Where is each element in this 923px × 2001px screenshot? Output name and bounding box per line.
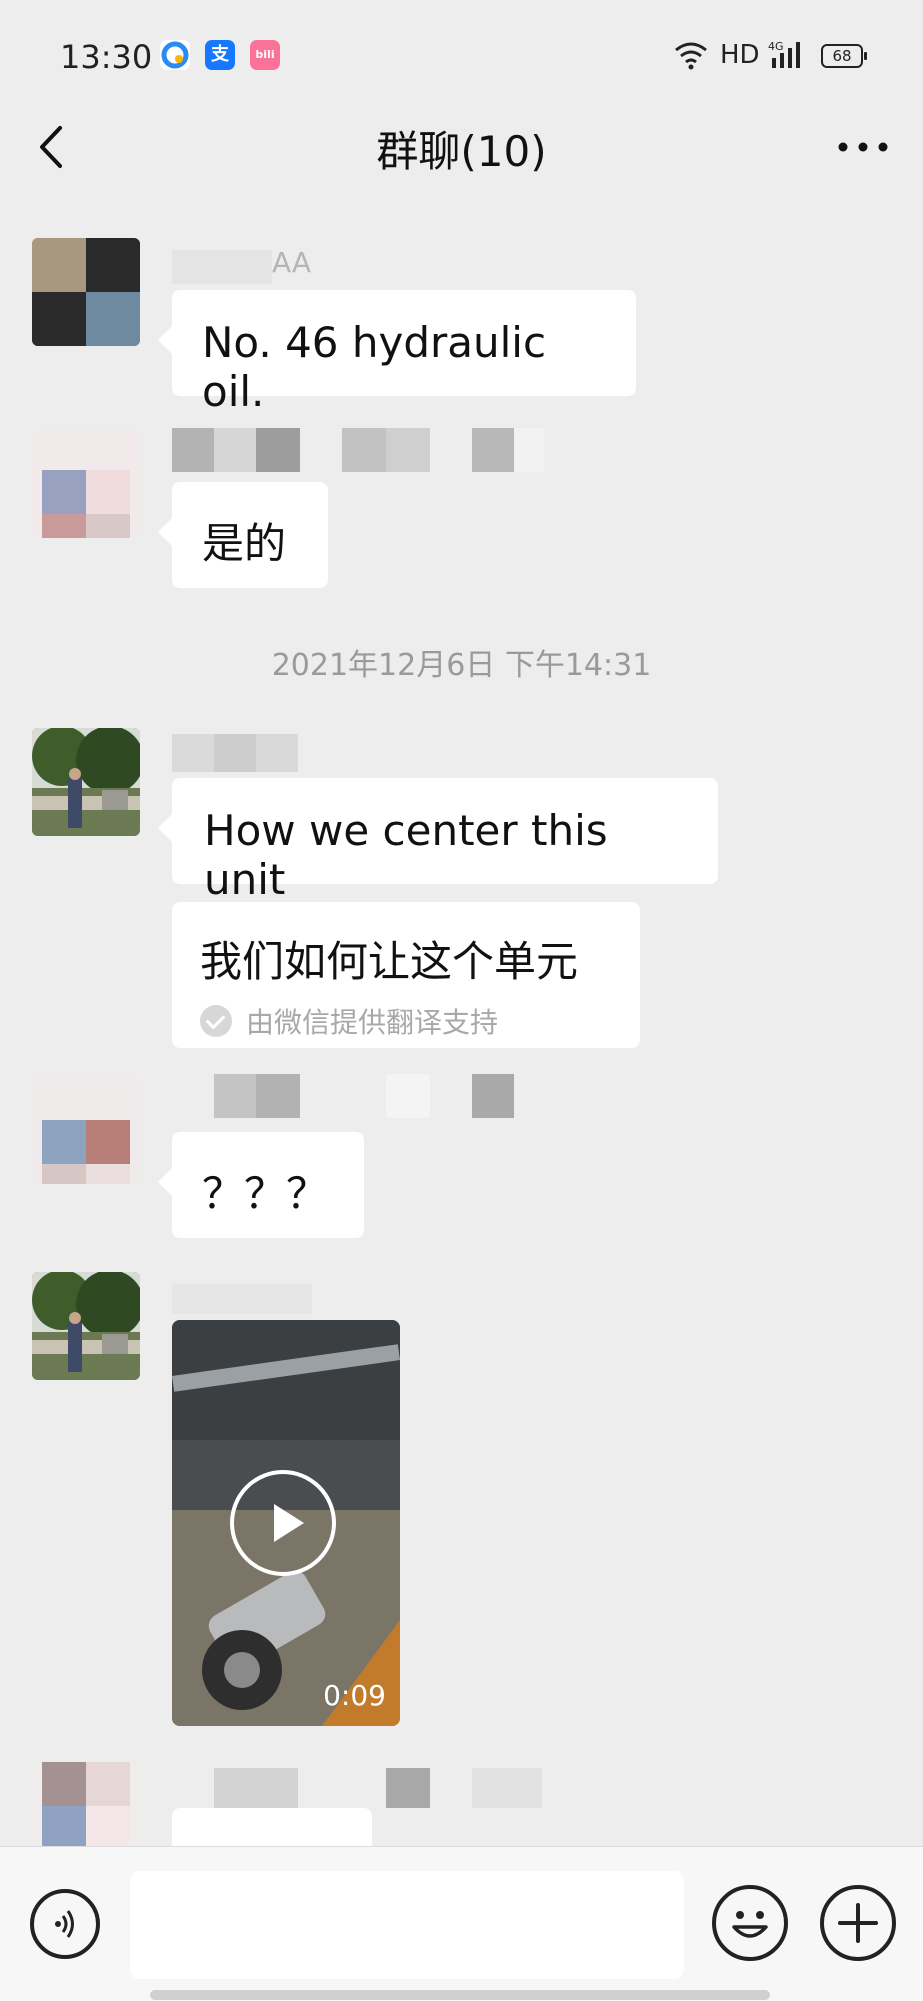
- message-bubble[interactable]: No. 46 hydraulic oil.: [158, 290, 636, 416]
- sender-name: AA: [172, 246, 322, 290]
- status-time: 13:30: [60, 38, 153, 76]
- message-text: ？？？: [202, 1169, 329, 1218]
- home-indicator: [150, 1990, 770, 2000]
- translation-text: 我们如何让这个单元: [200, 937, 579, 986]
- message-bubble[interactable]: ？？？: [158, 1132, 364, 1238]
- message-text: 是的: [202, 519, 287, 568]
- sender-name: [172, 1768, 572, 1812]
- translation-bubble[interactable]: 我们如何让这个单元 由微信提供翻译支持: [172, 902, 640, 1048]
- message-bubble[interactable]: 是的: [158, 482, 328, 588]
- chat-header: 群聊(10): [0, 100, 923, 195]
- sender-name: [172, 1074, 572, 1118]
- chat-title: 群聊(10): [376, 127, 547, 176]
- avatar[interactable]: [32, 1762, 140, 1846]
- check-circle-icon: [200, 1005, 232, 1037]
- video-message[interactable]: 0:09: [172, 1320, 400, 1726]
- more-icon[interactable]: [833, 120, 893, 175]
- message-text: No. 46 hydraulic oil.: [202, 318, 547, 416]
- avatar[interactable]: [32, 238, 140, 346]
- message-input[interactable]: [130, 1871, 684, 1979]
- sender-name: [172, 728, 322, 772]
- status-bar: 13:30 支 bili HD 4G 68: [0, 0, 923, 110]
- play-icon[interactable]: [230, 1470, 336, 1576]
- network-label: HD: [720, 40, 760, 70]
- plus-icon[interactable]: [820, 1885, 896, 1961]
- sender-name: [172, 428, 572, 472]
- signal-icon: 4G: [768, 38, 808, 74]
- video-duration: 0:09: [323, 1679, 386, 1712]
- message-bubble[interactable]: How we center this unit: [158, 778, 718, 904]
- avatar[interactable]: [32, 430, 140, 538]
- wifi-icon: [673, 40, 709, 74]
- battery-indicator: 68: [821, 44, 867, 68]
- message-text: How we center this unit: [204, 806, 608, 904]
- alipay-icon: 支: [205, 40, 235, 70]
- message-timestamp: 2021年12月6日 下午14:31: [271, 648, 652, 683]
- avatar[interactable]: [32, 1076, 140, 1184]
- bilibili-icon: bili: [250, 40, 280, 70]
- avatar[interactable]: [32, 728, 140, 836]
- qq-browser-icon: [160, 40, 190, 70]
- emoji-icon[interactable]: [712, 1885, 788, 1961]
- message-bubble[interactable]: [172, 1808, 372, 1846]
- svg-text:4G: 4G: [768, 40, 784, 53]
- message-input-bar: [0, 1846, 923, 2001]
- sender-name: [172, 1278, 322, 1322]
- avatar[interactable]: [32, 1272, 140, 1380]
- translation-note: 由微信提供翻译支持: [200, 1001, 612, 1041]
- voice-icon[interactable]: [30, 1889, 100, 1959]
